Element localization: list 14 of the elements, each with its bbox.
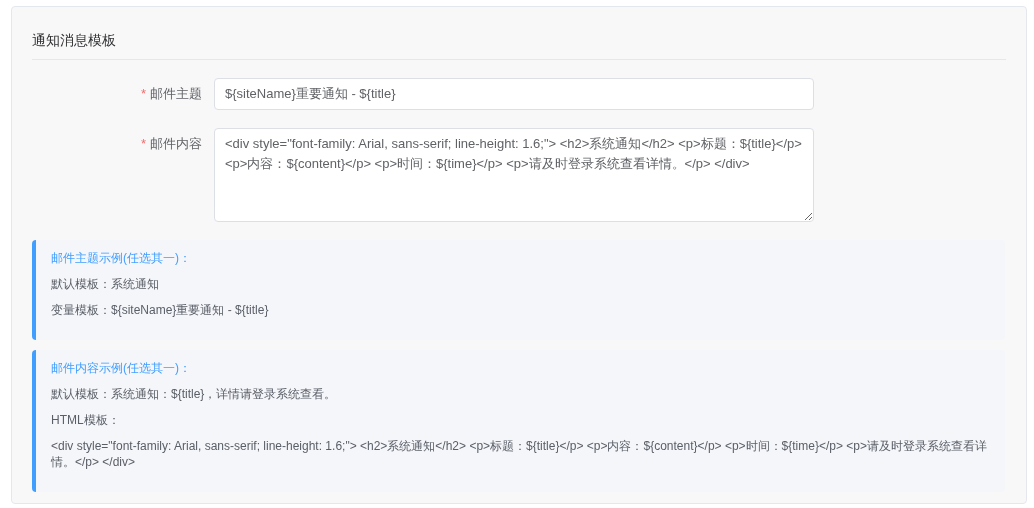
tip-text: HTML模板： xyxy=(51,412,121,428)
tip-text: <div style="font-family: Arial, sans-serif; line-height: 1.6;"> <h2>系统通知</h2> <p>标题：${title}</p> <p>内容：${content}</p> <p>时间：${time}</p> <p>请及时登录系统查看详情。</p> </div> xyxy=(51,438,988,470)
textarea-field[interactable]: <div style="font-family: Arial, sans-serif; line-height: 1.6;"> <h2>系统通知</h2> <p>标题：${title}</p> <p>内容：${content}</p> <p>时间：${time}</p> <p>请及时登录系统查看详情。</p> </div> xyxy=(214,128,814,222)
required-mark: * xyxy=(140,86,146,101)
tip-heading: 邮件主题示例(任选其一)： xyxy=(51,250,192,266)
card-title: 通知消息模板 xyxy=(32,31,117,50)
input-field[interactable]: ${siteName}重要通知 - ${title} xyxy=(214,78,814,110)
tip-heading: 邮件内容示例(任选其一)： xyxy=(51,360,192,376)
field-label: 邮件内容 xyxy=(150,136,202,151)
tip-text: 默认模板：系统通知：${title}，详情请登录系统查看。 xyxy=(51,386,338,402)
field-label: 邮件主题 xyxy=(150,86,202,101)
tip-text: 变量模板：${siteName}重要通知 - ${title} xyxy=(51,302,270,318)
tip-text: 默认模板：系统通知 xyxy=(51,276,160,292)
required-mark: * xyxy=(140,136,146,151)
